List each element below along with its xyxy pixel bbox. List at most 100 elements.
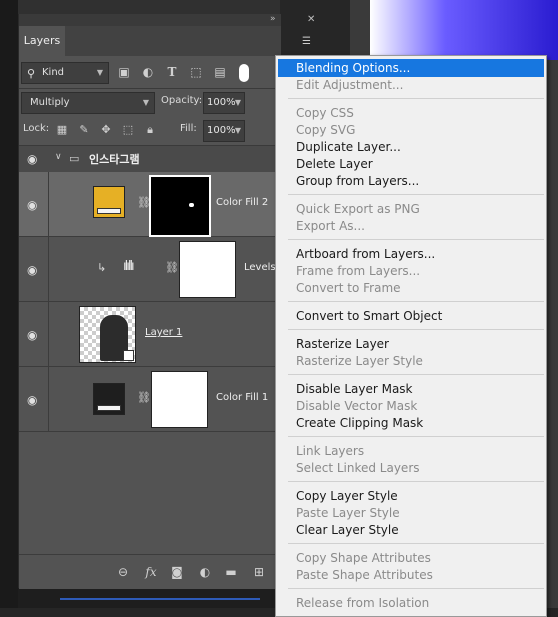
menu-separator: [288, 436, 544, 437]
lock-row: Lock: ▦ ✎ ✥ ⬚ 🔒︎ Fill: 100% ▼: [19, 120, 281, 142]
canvas-area-left: [0, 0, 18, 608]
opacity-value: 100%: [207, 97, 236, 108]
levels-histogram-icon: ılıllı: [123, 259, 135, 274]
menu-item-group-from-layers[interactable]: Group from Layers...: [296, 174, 419, 188]
layer-row-color-fill-1[interactable]: ◉ ⛓ Color Fill 1: [19, 367, 281, 432]
layer-row-layer-1[interactable]: ◉ Layer 1: [19, 302, 281, 367]
divider: [19, 88, 281, 89]
chevron-down-icon: ▼: [96, 68, 103, 77]
menu-item-artboard-from-layers[interactable]: Artboard from Layers...: [296, 247, 435, 261]
eye-icon[interactable]: ◉: [27, 153, 41, 165]
collapse-panel-icon[interactable]: »: [270, 14, 276, 24]
group-name: 인스타그램: [89, 153, 140, 166]
menu-separator: [288, 329, 544, 330]
menu-item-copy-shape-attributes[interactable]: Copy Shape Attributes: [296, 551, 431, 565]
menu-item-delete-layer[interactable]: Delete Layer: [296, 157, 373, 171]
new-layer-icon[interactable]: ⊞: [251, 565, 267, 579]
layer-filter-row: ⚲ Kind ▼ ▣ ◐ T ⬚ ▤: [19, 60, 281, 86]
menu-separator: [288, 481, 544, 482]
layer-name[interactable]: Layer 1: [145, 327, 182, 338]
clipping-arrow-icon: ↳: [97, 261, 107, 274]
type-filter-icon[interactable]: T: [165, 65, 179, 79]
lock-label: Lock:: [23, 123, 50, 134]
chevron-down-icon[interactable]: ∨: [55, 152, 62, 162]
add-mask-icon[interactable]: ◙: [169, 565, 185, 579]
link-icon[interactable]: ⛓: [165, 261, 179, 274]
layer-name[interactable]: Color Fill 2: [216, 197, 268, 208]
lock-position-icon[interactable]: ✥: [99, 123, 113, 137]
menu-item-paste-layer-style[interactable]: Paste Layer Style: [296, 506, 400, 520]
layer-name[interactable]: Color Fill 1: [216, 392, 268, 403]
menu-separator: [288, 543, 544, 544]
fx-icon[interactable]: fx: [143, 565, 159, 579]
layer-mask-thumbnail[interactable]: [179, 241, 236, 298]
smart-object-badge-icon: [123, 350, 134, 361]
link-icon[interactable]: ⛓: [137, 391, 151, 404]
mask-shape: [189, 203, 194, 207]
layer-thumbnail[interactable]: [79, 306, 136, 363]
blend-mode-value: Multiply: [30, 97, 70, 108]
menu-item-rasterize-layer[interactable]: Rasterize Layer: [296, 337, 389, 351]
chevron-down-icon[interactable]: ▼: [235, 121, 241, 141]
artboard-autonest-icon[interactable]: ⬚: [121, 123, 135, 137]
menu-item-clear-layer-style[interactable]: Clear Layer Style: [296, 523, 399, 537]
menu-item-create-clipping-mask[interactable]: Create Clipping Mask: [296, 416, 423, 430]
blend-row: Multiply ▼ Opacity: 100% ▼: [19, 92, 281, 114]
layer-group-row[interactable]: ◉ ∨ ▭ 인스타그램: [19, 146, 281, 173]
layer-mask-thumbnail[interactable]: [149, 175, 211, 237]
adjustment-layer-icon[interactable]: ◐: [197, 565, 213, 579]
menu-item-export-as[interactable]: Export As...: [296, 219, 365, 233]
menu-item-copy-css[interactable]: Copy CSS: [296, 106, 354, 120]
opacity-label: Opacity:: [161, 95, 203, 106]
lock-image-pixels-icon[interactable]: ✎: [77, 123, 91, 137]
link-layers-icon[interactable]: ⊖: [115, 565, 131, 579]
eye-icon[interactable]: ◉: [27, 394, 41, 406]
chevron-down-icon[interactable]: ▼: [235, 93, 241, 113]
color-fill-swatch[interactable]: [93, 186, 125, 218]
shape-filter-icon[interactable]: ⬚: [189, 65, 203, 79]
adjustment-filter-icon[interactable]: ◐: [141, 65, 155, 79]
menu-item-copy-layer-style[interactable]: Copy Layer Style: [296, 489, 398, 503]
lock-all-icon[interactable]: 🔒︎: [143, 123, 157, 137]
menu-item-frame-from-layers[interactable]: Frame from Layers...: [296, 264, 420, 278]
panel-title-bar[interactable]: [19, 14, 281, 26]
menu-item-disable-layer-mask[interactable]: Disable Layer Mask: [296, 382, 413, 396]
eye-icon[interactable]: ◉: [27, 329, 41, 341]
layer-row-levels[interactable]: ◉ ↳ ılıllı ⛓ Levels: [19, 237, 281, 302]
menu-item-edit-adjustment[interactable]: Edit Adjustment...: [296, 78, 403, 92]
menu-item-convert-to-smart-object[interactable]: Convert to Smart Object: [296, 309, 442, 323]
menu-item-select-linked-layers[interactable]: Select Linked Layers: [296, 461, 420, 475]
opacity-field[interactable]: 100% ▼: [203, 92, 245, 114]
image-filter-icon[interactable]: ▣: [117, 65, 131, 79]
search-icon: ⚲: [27, 67, 36, 80]
color-fill-swatch[interactable]: [93, 383, 125, 415]
menu-separator: [288, 374, 544, 375]
close-icon[interactable]: ✕: [307, 14, 315, 25]
lock-transparency-icon[interactable]: ▦: [55, 123, 69, 137]
eye-icon[interactable]: ◉: [27, 264, 41, 276]
panel-menu-icon[interactable]: ☰: [302, 36, 311, 47]
menu-item-paste-shape-attributes[interactable]: Paste Shape Attributes: [296, 568, 433, 582]
menu-item-link-layers[interactable]: Link Layers: [296, 444, 364, 458]
smart-object-filter-icon[interactable]: ▤: [213, 65, 227, 79]
filter-kind-select[interactable]: ⚲ Kind ▼: [21, 62, 109, 84]
menu-item-copy-svg[interactable]: Copy SVG: [296, 123, 355, 137]
new-group-icon[interactable]: ▬: [223, 565, 239, 579]
filter-toggle-switch[interactable]: [239, 64, 249, 82]
menu-item-blending-options[interactable]: Blending Options...: [296, 61, 410, 75]
menu-item-disable-vector-mask[interactable]: Disable Vector Mask: [296, 399, 417, 413]
color-picker-gradient[interactable]: [370, 0, 558, 60]
menu-item-convert-to-frame[interactable]: Convert to Frame: [296, 281, 401, 295]
eye-icon[interactable]: ◉: [27, 199, 41, 211]
tab-layers[interactable]: Layers: [19, 26, 65, 56]
menu-item-quick-export-png[interactable]: Quick Export as PNG: [296, 202, 420, 216]
layer-name[interactable]: Levels: [244, 262, 276, 273]
menu-item-duplicate-layer[interactable]: Duplicate Layer...: [296, 140, 401, 154]
layer-mask-thumbnail[interactable]: [151, 371, 208, 428]
menu-item-rasterize-layer-style[interactable]: Rasterize Layer Style: [296, 354, 423, 368]
layer-row-color-fill-2[interactable]: ◉ ⛓ Color Fill 2: [19, 172, 281, 237]
blend-mode-select[interactable]: Multiply ▼: [21, 92, 155, 114]
fill-field[interactable]: 100% ▼: [203, 120, 245, 142]
layers-panel-footer: ⊖ fx ◙ ◐ ▬ ⊞: [19, 554, 281, 589]
fill-label: Fill:: [180, 123, 197, 134]
